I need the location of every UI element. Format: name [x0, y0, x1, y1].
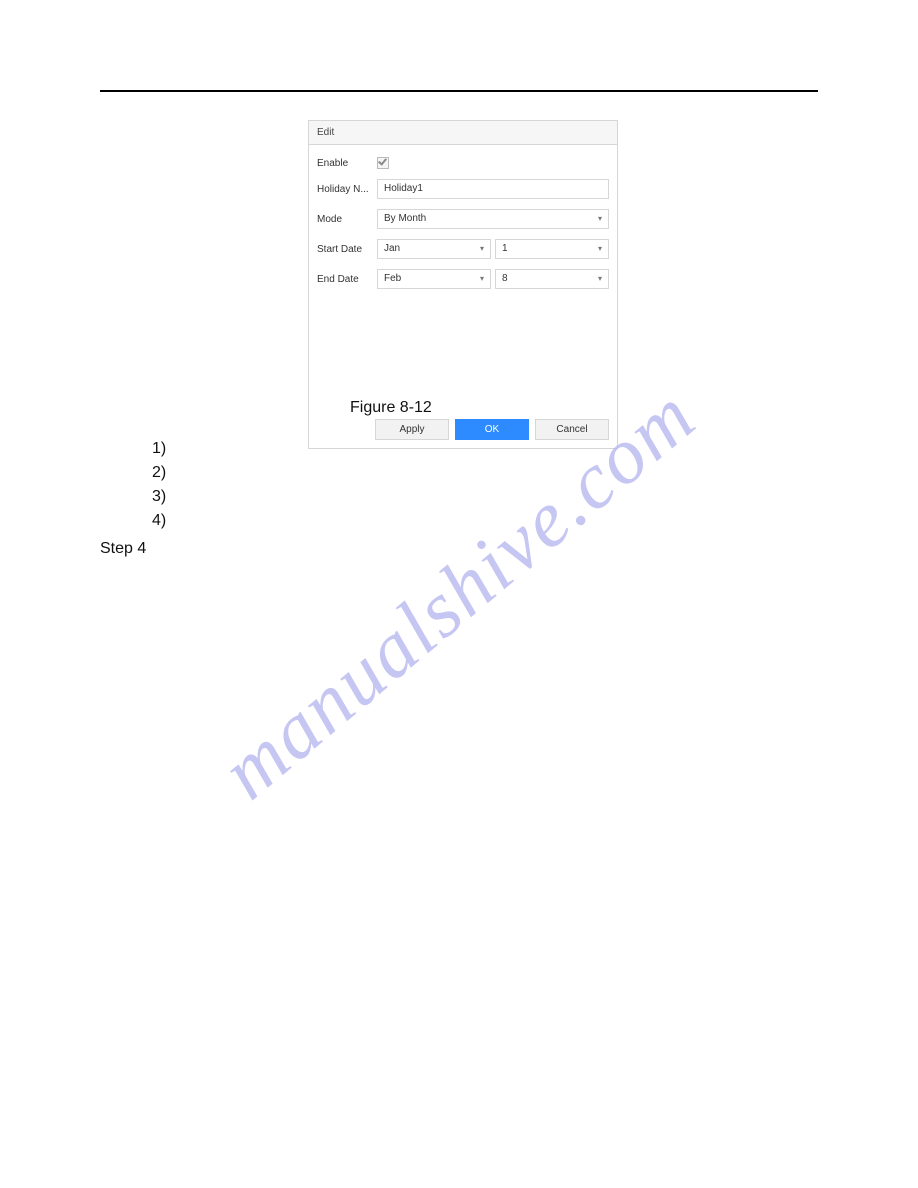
label-start-date: Start Date	[317, 244, 377, 255]
list-item: 4)	[152, 509, 166, 533]
end-month-value: Feb	[384, 273, 401, 285]
start-month-select[interactable]: Jan ▾	[377, 239, 491, 259]
chevron-down-icon: ▾	[598, 273, 602, 285]
list-item: 1)	[152, 437, 166, 461]
start-day-value: 1	[502, 243, 508, 255]
chevron-down-icon: ▾	[598, 243, 602, 255]
start-day-select[interactable]: 1 ▾	[495, 239, 609, 259]
start-month-value: Jan	[384, 243, 400, 255]
enable-checkbox[interactable]	[377, 157, 389, 169]
list-item: 2)	[152, 461, 166, 485]
numbered-list: 1) 2) 3) 4)	[152, 437, 166, 533]
row-start-date: Start Date Jan ▾ 1 ▾	[317, 239, 609, 259]
label-end-date: End Date	[317, 274, 377, 285]
label-holiday-name: Holiday N...	[317, 184, 377, 195]
dialog-footer: Apply OK Cancel	[309, 413, 617, 448]
label-enable: Enable	[317, 158, 377, 169]
ok-button[interactable]: OK	[455, 419, 529, 440]
apply-button[interactable]: Apply	[375, 419, 449, 440]
chevron-down-icon: ▾	[598, 213, 602, 225]
chevron-down-icon: ▾	[480, 243, 484, 255]
list-item: 3)	[152, 485, 166, 509]
dialog-title: Edit	[309, 121, 617, 145]
horizontal-rule	[100, 90, 818, 92]
mode-value: By Month	[384, 213, 426, 225]
dialog-spacer	[317, 299, 609, 409]
end-day-select[interactable]: 8 ▾	[495, 269, 609, 289]
row-enable: Enable	[317, 157, 609, 169]
cancel-button[interactable]: Cancel	[535, 419, 609, 440]
chevron-down-icon: ▾	[480, 273, 484, 285]
end-month-select[interactable]: Feb ▾	[377, 269, 491, 289]
dialog-body: Enable Holiday N... Holiday1 Mode By Mon…	[309, 145, 617, 413]
end-day-value: 8	[502, 273, 508, 285]
figure-caption: Figure 8-12	[350, 399, 432, 417]
mode-select[interactable]: By Month ▾	[377, 209, 609, 229]
row-end-date: End Date Feb ▾ 8 ▾	[317, 269, 609, 289]
row-holiday-name: Holiday N... Holiday1	[317, 179, 609, 199]
holiday-name-input[interactable]: Holiday1	[377, 179, 609, 199]
label-mode: Mode	[317, 214, 377, 225]
step-label: Step 4	[100, 540, 146, 558]
row-mode: Mode By Month ▾	[317, 209, 609, 229]
